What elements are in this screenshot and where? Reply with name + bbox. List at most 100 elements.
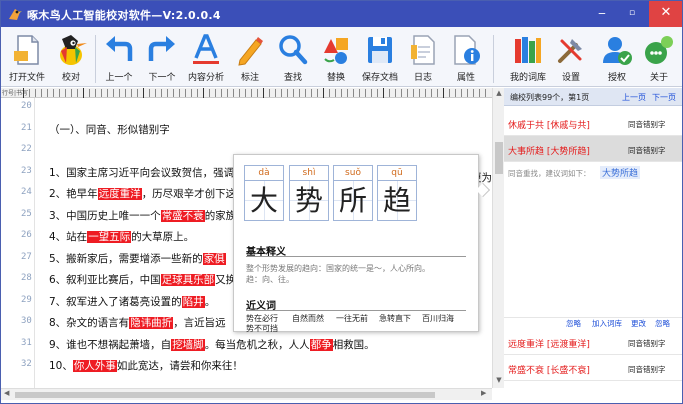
synonym-item[interactable]: 势不可挡 <box>246 323 278 334</box>
text-line[interactable]: 10、你人外事如此宽达，请尝和你来往！ <box>49 358 243 373</box>
text-line[interactable]: 7、叙军进入了诸葛亮设置的陷井。 <box>49 294 215 309</box>
word-definition-popup: dà 大 shì 势 suǒ 所 qū 趋 基本释义 整个形势发展的趋向：国家的… <box>233 154 491 334</box>
next-page-link[interactable]: 下一页 <box>652 92 676 103</box>
basic-meaning-text: 趋：向、往。 <box>246 275 294 284</box>
toolbar-label: 内容分析 <box>187 73 224 83</box>
content-analysis-button[interactable]: 内容分析 <box>184 31 228 85</box>
pencil-icon <box>238 37 263 66</box>
text-segment: 9、谁也不想 <box>49 338 109 351</box>
previous-button[interactable]: 上一个 <box>97 31 141 85</box>
text-line[interactable]: 6、叙利亚比赛后，中国足球具乐部又换 <box>49 272 236 287</box>
text-line[interactable]: （一）、同音、形似错别字 <box>49 122 170 137</box>
scroll-left-arrow-icon[interactable]: ◀ <box>4 389 9 397</box>
text-segment: 。 <box>204 295 216 308</box>
line-number: 32 <box>21 359 32 369</box>
ignore-link[interactable]: 忽略 <box>566 318 581 329</box>
text-line[interactable]: 4、站在一望五际的大草原上。 <box>49 229 194 244</box>
text-line[interactable]: 2、艳早年远度重洋，历尽艰辛才创下这 <box>49 186 236 201</box>
flagged-error-text[interactable]: 一望五际 <box>87 231 132 243</box>
synonym-item[interactable]: 一往无前 <box>336 313 368 324</box>
text-segment: 祸起 <box>108 338 130 351</box>
text-segment: ，历尽艰辛才创下这 <box>141 188 237 200</box>
suggestion-word[interactable]: 大势所趋 <box>600 166 641 179</box>
save-icon <box>368 37 392 63</box>
about-icon <box>645 36 673 64</box>
line-number: 27 <box>21 251 32 262</box>
change-link[interactable]: 更改 <box>631 318 646 329</box>
text-line[interactable]: 8、杂文的语言有隐讳曲折，言近旨远 <box>49 315 226 330</box>
line-number: 28 <box>21 273 32 283</box>
list-item[interactable]: 远度重洋 [远渡重洋] 同音错别字 <box>504 329 682 355</box>
toolbar: 打开文件 校对 上一个 下一个 内容分析 标注 查找 替换 保存文档 日志 属性… <box>1 27 682 87</box>
synonym-item[interactable]: 百川归海 <box>422 313 454 324</box>
scroll-right-arrow-icon[interactable]: ▶ <box>481 389 486 397</box>
divider <box>246 310 466 311</box>
window-title: 啄木鸟人工智能校对软件—V:2.0.0.4 <box>27 9 221 22</box>
toolbar-label: 我的词库 <box>509 73 546 83</box>
editor-vertical-scrollbar[interactable]: ▲ ▼ <box>492 88 504 388</box>
text-line[interactable]: 3、中国历史上唯一一个常盛不衰的家族 <box>49 208 236 223</box>
flagged-error-text[interactable]: 陷井 <box>181 295 205 308</box>
find-button[interactable]: 查找 <box>271 31 315 85</box>
error-word: 远度重洋 [远渡重洋] <box>508 340 590 350</box>
flagged-error-text[interactable]: 家俱 <box>202 252 226 265</box>
log-button[interactable]: 日志 <box>401 31 445 85</box>
close-button[interactable]: ✕ <box>649 1 682 27</box>
hanzi-char: 趋 <box>377 181 417 221</box>
synonym-item[interactable]: 自然而然 <box>292 313 324 324</box>
suggestion-detail: 同音重找，建议词如下： 大势所趋 <box>504 162 682 318</box>
flagged-error-text[interactable]: 隐讳曲折 <box>129 317 174 329</box>
about-button[interactable]: 关于 <box>637 31 681 85</box>
my-library-button[interactable]: 我的词库 <box>506 31 550 85</box>
line-number: 26 <box>21 230 32 240</box>
text-segment: 10、 <box>49 360 73 372</box>
flagged-error-text[interactable]: 都争 <box>309 338 333 351</box>
prev-page-link[interactable]: 上一页 <box>622 92 646 103</box>
toolbar-label: 下一个 <box>148 73 176 83</box>
divider <box>246 256 466 257</box>
log-icon <box>411 35 435 65</box>
error-type: 同音错别字 <box>628 339 666 348</box>
arrow-forward-icon <box>148 36 175 61</box>
synonym-item[interactable]: 急转直下 <box>379 313 411 324</box>
text-segment: 5、搬新家后，需要增添一些新的 <box>49 252 203 265</box>
flagged-error-text[interactable]: 挖墙脚 <box>171 338 205 351</box>
line-number: 24 <box>21 187 32 197</box>
line-number: 29 <box>21 294 32 305</box>
arrow-back-icon <box>106 36 133 61</box>
flagged-error-text[interactable]: 足球具乐部 <box>160 274 216 286</box>
minimize-button[interactable]: ‒ <box>587 1 617 27</box>
add-to-library-link[interactable]: 加入词库 <box>592 318 622 329</box>
properties-button[interactable]: 属性 <box>444 31 488 85</box>
editor-horizontal-scrollbar[interactable]: ◀ ▶ <box>1 388 492 400</box>
scroll-thumb[interactable] <box>495 142 503 174</box>
list-item[interactable]: 休戚于共 [休戚与共] 同音错别字 <box>504 110 682 136</box>
flagged-error-text[interactable]: 你人外事 <box>72 360 117 372</box>
maximize-button[interactable]: ▫ <box>617 1 647 27</box>
settings-button[interactable]: 设置 <box>549 31 593 85</box>
suggestion-label: 同音重找，建议词如下： <box>508 169 591 178</box>
error-type: 同音错别字 <box>628 120 666 129</box>
error-type: 同音错别字 <box>628 365 666 374</box>
authorize-button[interactable]: 授权 <box>595 31 639 85</box>
line-number: 20 <box>21 101 32 111</box>
flagged-error-text[interactable]: 远度重洋 <box>97 188 142 200</box>
woodpecker-app-icon <box>9 9 22 20</box>
scroll-thumb[interactable] <box>15 392 435 398</box>
text-line[interactable]: 1、国家主席习近平向会议致贺信，强调 <box>49 165 234 180</box>
replace-button[interactable]: 替换 <box>314 31 358 85</box>
flagged-error-text[interactable]: 常盛不衰 <box>160 209 205 222</box>
text-line[interactable]: 5、搬新家后，需要增添一些新的家俱 <box>49 251 226 266</box>
text-segment: 相救国。 <box>332 338 375 351</box>
open-file-button[interactable]: 打开文件 <box>5 31 49 85</box>
ignore-all-link[interactable]: 忽略 <box>655 318 670 329</box>
list-item-selected[interactable]: 大事所趋 [大势所趋] 同音错别字 <box>504 136 682 162</box>
next-button[interactable]: 下一个 <box>140 31 184 85</box>
text-segment: 的家族 <box>204 209 237 222</box>
save-document-button[interactable]: 保存文档 <box>358 31 402 85</box>
hanzi-char: 大 <box>244 181 284 221</box>
proofread-button[interactable]: 校对 <box>49 31 93 85</box>
list-item[interactable]: 常盛不衰 [长盛不衰] 同音错别字 <box>504 355 682 381</box>
text-line[interactable]: 9、谁也不想祸起萧墙，自挖墙脚。每当危机之秋，人人都争相救国。 <box>49 337 375 352</box>
annotate-button[interactable]: 标注 <box>228 31 272 85</box>
